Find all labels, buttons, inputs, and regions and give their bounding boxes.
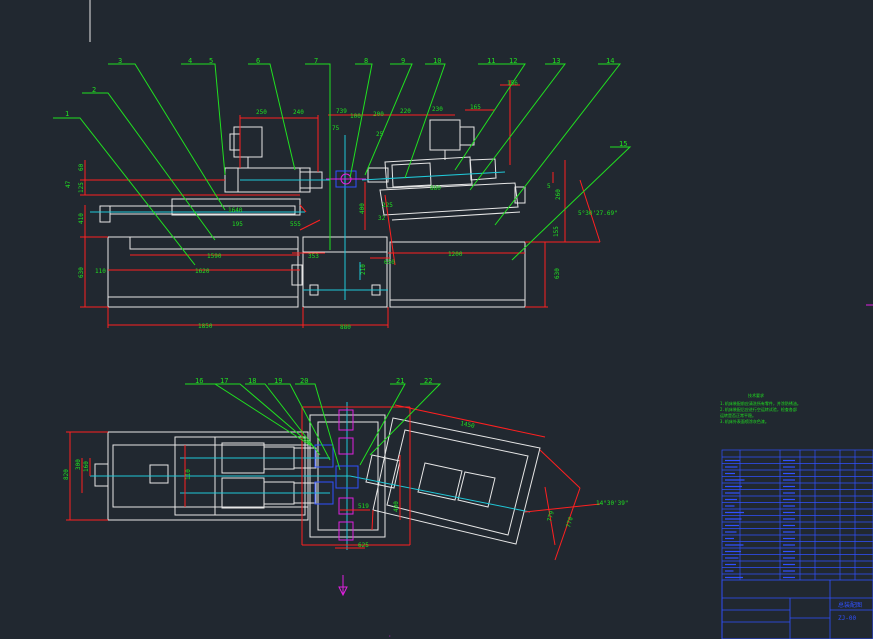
dim-519: 519	[358, 503, 369, 510]
dim-739: 739	[336, 108, 347, 115]
dim-260: 260	[555, 189, 562, 200]
dim-230: 230	[432, 106, 443, 113]
dim-555: 555	[290, 221, 301, 228]
dim-210: 210	[360, 264, 367, 275]
dim-820: 820	[63, 469, 70, 480]
dim-angle-plan: 14°30'39"	[596, 500, 629, 507]
title-block-title: 总装配图	[838, 601, 862, 609]
dim-1640: 1640	[228, 207, 243, 214]
dim-155: 155	[553, 226, 560, 237]
dim-400: 400	[359, 203, 366, 214]
balloon-21: 21	[396, 377, 404, 385]
balloon-22: 22	[424, 377, 432, 385]
balloon-2: 2	[92, 86, 96, 94]
dim-353: 353	[308, 253, 319, 260]
dim-156: 156	[507, 80, 518, 87]
balloon-5: 5	[209, 57, 213, 65]
dim-110: 110	[95, 268, 106, 275]
dim-60: 60	[78, 163, 85, 171]
balloon-18: 18	[248, 377, 256, 385]
dim-angle-front: 5°30'27.69"	[578, 210, 618, 217]
notes-line-3: 运转是否正常平稳。	[720, 412, 756, 418]
dim-200: 200	[373, 111, 384, 118]
dim-250: 250	[256, 109, 267, 116]
dim-650: 650	[384, 259, 395, 266]
balloon-10: 10	[433, 57, 441, 65]
balloon-1: 1	[65, 110, 69, 118]
dim-880: 880	[340, 324, 351, 331]
dim-160: 160	[83, 461, 90, 472]
dim-225: 225	[382, 202, 393, 209]
balloon-9: 9	[401, 57, 405, 65]
notes-line-2: 2.机床装配后应进行空运转试验，检查各部	[720, 406, 797, 412]
dim-630-left: 630	[78, 267, 85, 278]
dim-410: 410	[78, 213, 85, 224]
dim-5: 5	[547, 183, 551, 190]
dim-1850: 1850	[198, 323, 213, 330]
dim-1590: 1590	[207, 253, 222, 260]
balloon-20: 20	[300, 377, 308, 385]
model-space-background	[0, 0, 873, 639]
dim-75: 75	[332, 125, 340, 132]
dim-165: 165	[470, 104, 481, 111]
dim-630-right: 630	[554, 268, 561, 279]
dim-625: 625	[358, 542, 369, 549]
notes-line-4: 3.机床外表面喷涂灰色漆。	[720, 418, 769, 424]
balloon-8: 8	[364, 57, 368, 65]
dim-240: 240	[293, 109, 304, 116]
balloon-11: 11	[487, 57, 495, 65]
title-block-drawing-no: ZJ-00	[838, 615, 856, 622]
balloon-4: 4	[188, 57, 192, 65]
dim-400: 400	[393, 501, 400, 512]
dim-220: 220	[400, 108, 411, 115]
dim-300: 300	[75, 459, 82, 470]
dim-880b: 880	[430, 185, 441, 192]
balloon-16: 16	[195, 377, 203, 385]
dim-25: 25	[376, 131, 384, 138]
dim-195: 195	[232, 221, 243, 228]
dim-32: 32	[378, 215, 386, 222]
balloon-13: 13	[552, 57, 560, 65]
balloon-12: 12	[509, 57, 517, 65]
dim-125: 125	[78, 182, 85, 193]
dim-1620: 1620	[195, 268, 210, 275]
balloon-19: 19	[274, 377, 282, 385]
balloon-15: 15	[619, 140, 627, 148]
cad-drawing-canvas: 1 2 3 4 5 6 7 8 9 10 11 12 13 14 15 1850…	[0, 0, 873, 639]
dim-47: 47	[65, 180, 72, 188]
ucs-marker: ·	[388, 633, 392, 639]
balloon-6: 6	[256, 57, 260, 65]
balloon-7: 7	[314, 57, 318, 65]
dim-1200: 1200	[448, 251, 463, 258]
dim-110: 110	[185, 469, 192, 480]
dim-100: 100	[350, 113, 361, 120]
balloon-3: 3	[118, 57, 122, 65]
balloon-17: 17	[220, 377, 228, 385]
notes-heading: 技术要求	[748, 392, 764, 398]
balloon-14: 14	[606, 57, 614, 65]
notes-line-1: 1.机床装配前应清洗所有零件，并涂防锈油。	[720, 400, 801, 406]
